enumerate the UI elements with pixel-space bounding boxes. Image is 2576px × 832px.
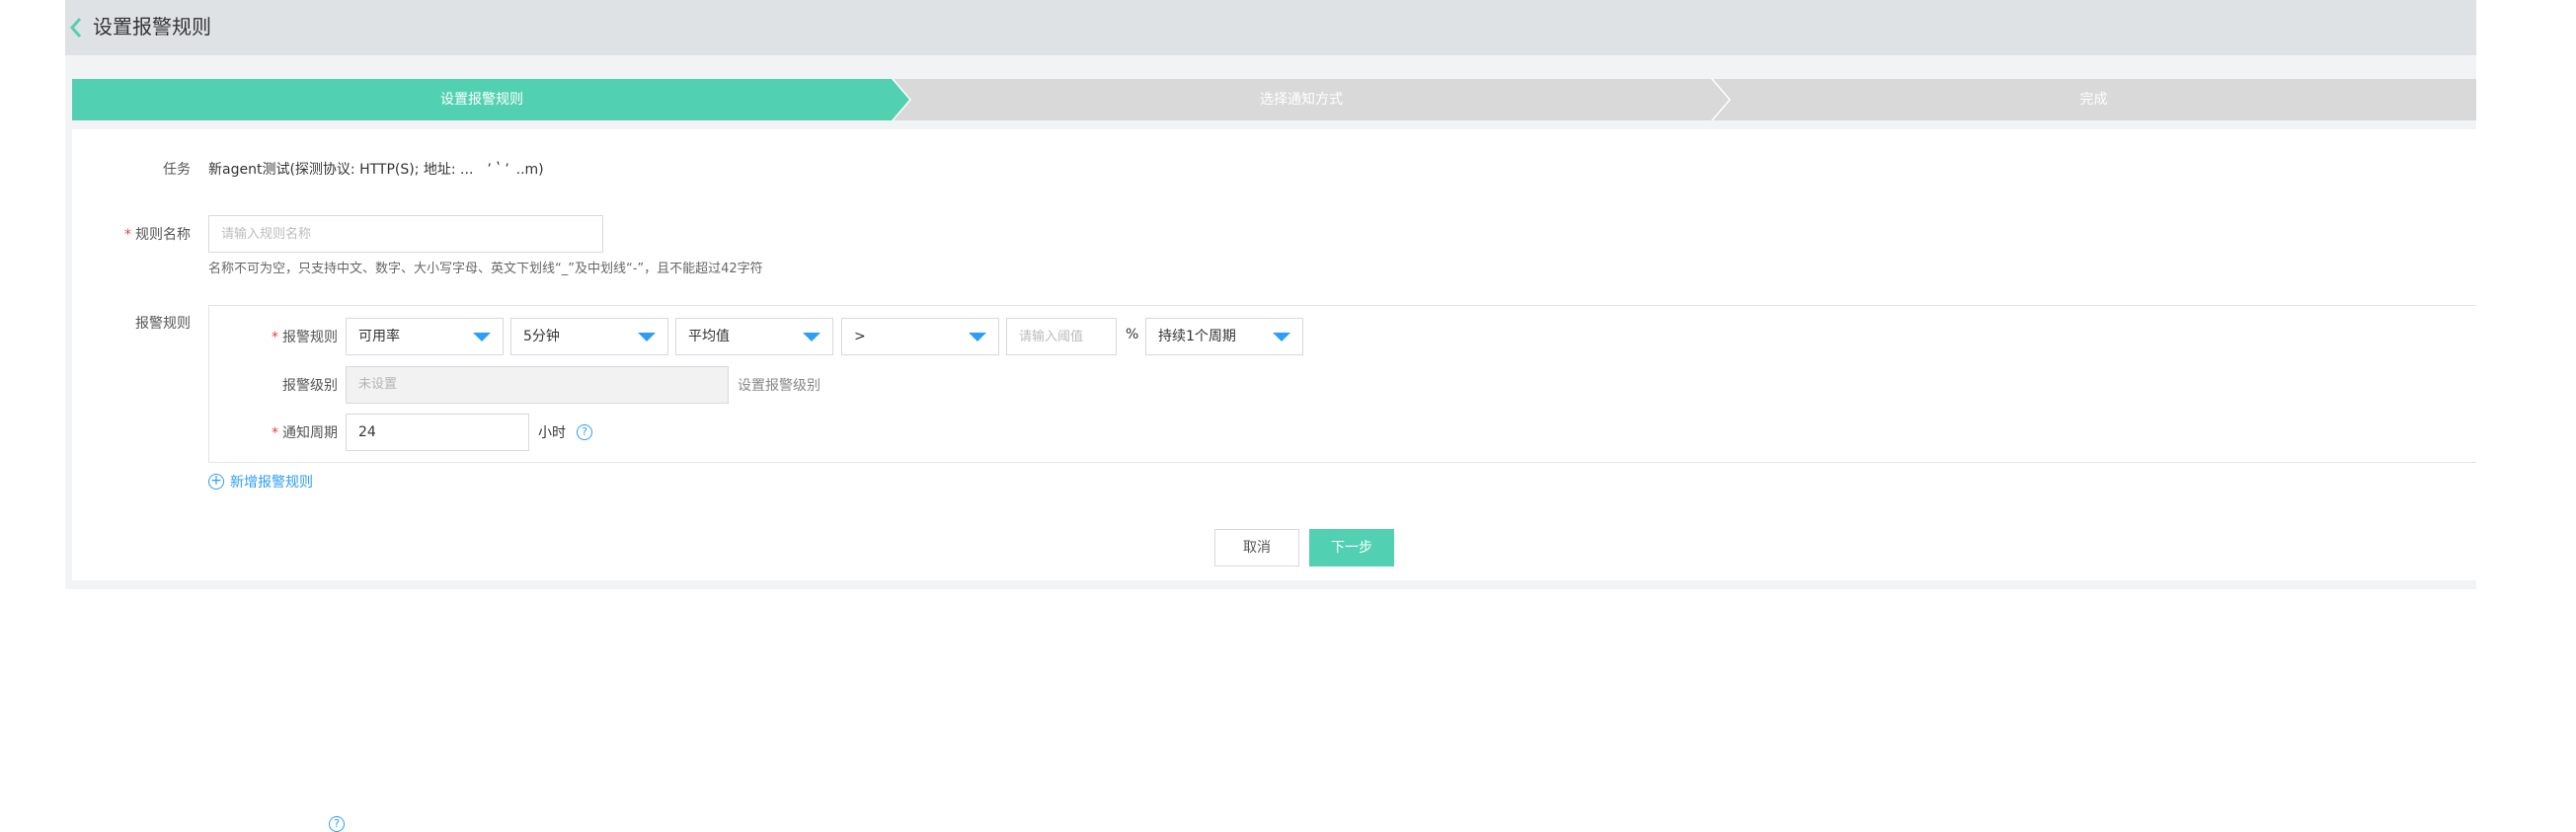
alarm-rules-label: 报警规则 [135,316,191,332]
task-value: 新agent测试(探测协议: HTTP(S); 地址: ... ’ ʽ ’ ..… [208,162,544,178]
required-mark: * [272,425,278,441]
period-row-label-text: 通知周期 [282,425,338,441]
duration-select[interactable]: 持续1个周期 [1145,318,1303,355]
operator-select-value: > [854,329,866,344]
help-circle-icon[interactable]: ? [329,816,345,832]
alarm-level-field: 未设置 [346,366,729,404]
plus-circle-icon: + [208,474,224,490]
help-circle-icon[interactable]: ? [577,424,592,440]
duration-select-value: 持续1个周期 [1158,329,1236,344]
form-card: 任务 新agent测试(探测协议: HTTP(S); 地址: ... ’ ʽ ’… [72,129,2476,832]
caret-down-icon [803,333,820,341]
rule-row-label-text: 报警规则 [282,330,338,345]
period-row-label: * 通知周期 [209,422,338,442]
cancel-button[interactable]: 取消 [1214,529,1299,567]
caret-down-icon [638,333,656,341]
required-mark: * [124,227,131,243]
step-notification-method: 选择通知方式 [1260,92,1343,108]
caret-down-icon [969,333,986,341]
rule-name-label: * 规则名称 [72,224,191,244]
chevron-left-icon[interactable] [65,14,87,41]
page-title: 设置报警规则 [93,15,211,38]
add-alarm-rule-label: 新增报警规则 [230,475,313,491]
step-set-rules: 设置报警规则 [440,92,523,108]
notify-period-unit: 小时 [538,425,566,441]
notify-period-input[interactable] [346,414,529,451]
app-frame: 设置报警规则 设置报警规则 选择通知方式 完成 任务 新agent测试(探测协议… [65,0,2476,832]
metric-select-value: 可用率 [358,329,400,344]
task-label: 任务 [163,162,191,178]
page-header: 设置报警规则 [65,0,2476,55]
metric-select[interactable]: 可用率 [346,318,504,355]
required-mark: * [272,330,278,345]
next-step-button[interactable]: 下一步 [1309,529,1394,567]
aggregation-select-value: 平均值 [688,329,730,344]
rule-row-label: * 报警规则 [209,327,338,346]
alarm-rule-box: * 报警规则 可用率 5分钟 平均值 > % 持续1个周期 报警级别 未设置 设置… [208,305,2476,463]
caret-down-icon [1273,333,1290,341]
window-select[interactable]: 5分钟 [510,318,668,355]
operator-select[interactable]: > [841,318,999,355]
threshold-unit: % [1126,327,1139,342]
window-select-value: 5分钟 [523,329,560,344]
set-alarm-level-link[interactable]: 设置报警级别 [738,375,820,395]
rule-name-label-text: 规则名称 [135,227,191,243]
step-complete: 完成 [2079,92,2108,108]
rule-name-hint: 名称不可为空，只支持中文、数字、大小写字母、英文下划线“_”及中划线“-”，且不… [208,262,763,276]
aggregation-select[interactable]: 平均值 [675,318,833,355]
level-row-label: 报警级别 [282,378,338,394]
threshold-input[interactable] [1006,318,1117,355]
caret-down-icon [473,333,491,341]
rule-name-input[interactable] [208,215,603,253]
step-progress: 设置报警规则 选择通知方式 完成 [72,79,2476,120]
